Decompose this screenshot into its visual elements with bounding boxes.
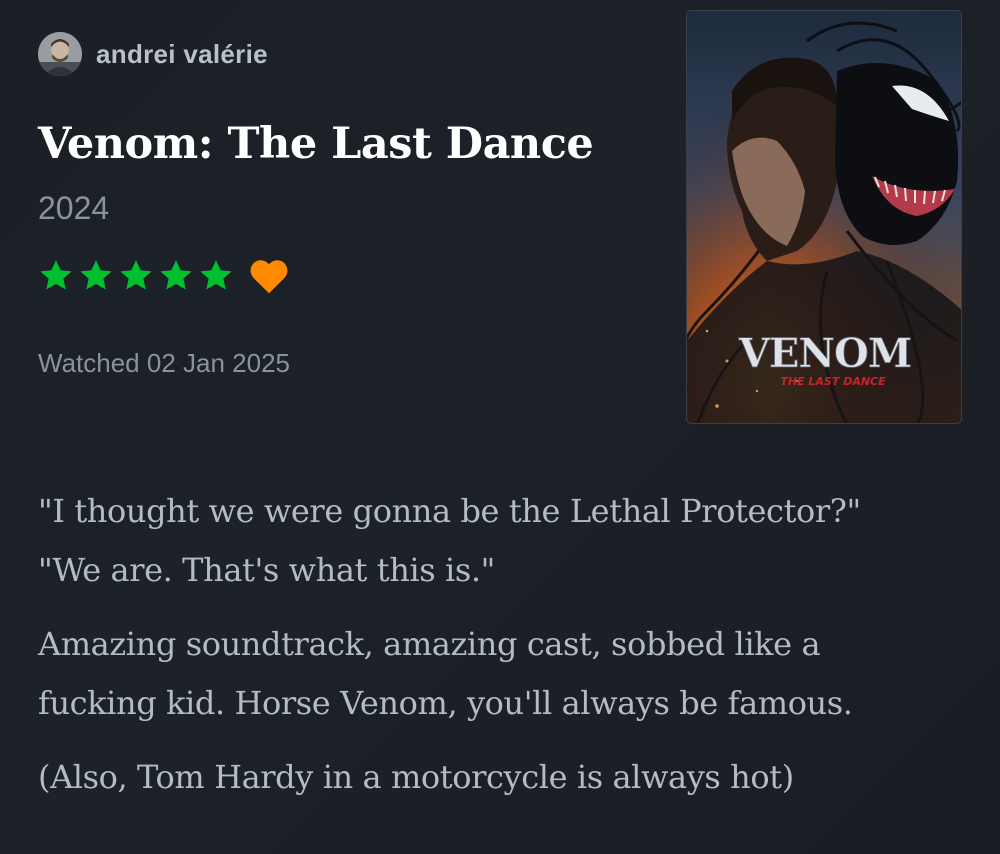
- rating: [38, 256, 290, 296]
- film-title[interactable]: Venom: The Last Dance: [38, 114, 594, 174]
- star-icon: [200, 260, 232, 290]
- user-avatar[interactable]: [38, 32, 82, 76]
- review-paragraph-3: (Also, Tom Hardy in a motorcycle is alwa…: [38, 758, 794, 796]
- review-quote-line-2: "We are. That's what this is.": [38, 551, 496, 589]
- star-icon: [80, 260, 112, 290]
- watched-date: Watched 02 Jan 2025: [38, 348, 290, 378]
- review-paragraph-2-line-2: fucking kid. Horse Venom, you'll always …: [38, 684, 853, 722]
- author-name[interactable]: andrei valérie: [96, 39, 268, 70]
- heart-icon: [250, 260, 288, 294]
- poster-title: VENOM: [738, 330, 911, 377]
- review-author[interactable]: andrei valérie: [38, 30, 268, 78]
- film-poster[interactable]: VENOM THE LAST DANCE: [686, 10, 962, 424]
- film-year[interactable]: 2024: [38, 186, 109, 230]
- review-quote-line-1: "I thought we were gonna be the Lethal P…: [38, 492, 861, 530]
- review-body: "I thought we were gonna be the Lethal P…: [38, 482, 968, 822]
- star-icon: [120, 260, 152, 290]
- review-paragraph-2-line-1: Amazing soundtrack, amazing cast, sobbed…: [38, 625, 821, 663]
- star-icon: [40, 260, 72, 290]
- star-icon: [160, 260, 192, 290]
- poster-subtitle: THE LAST DANCE: [780, 375, 886, 388]
